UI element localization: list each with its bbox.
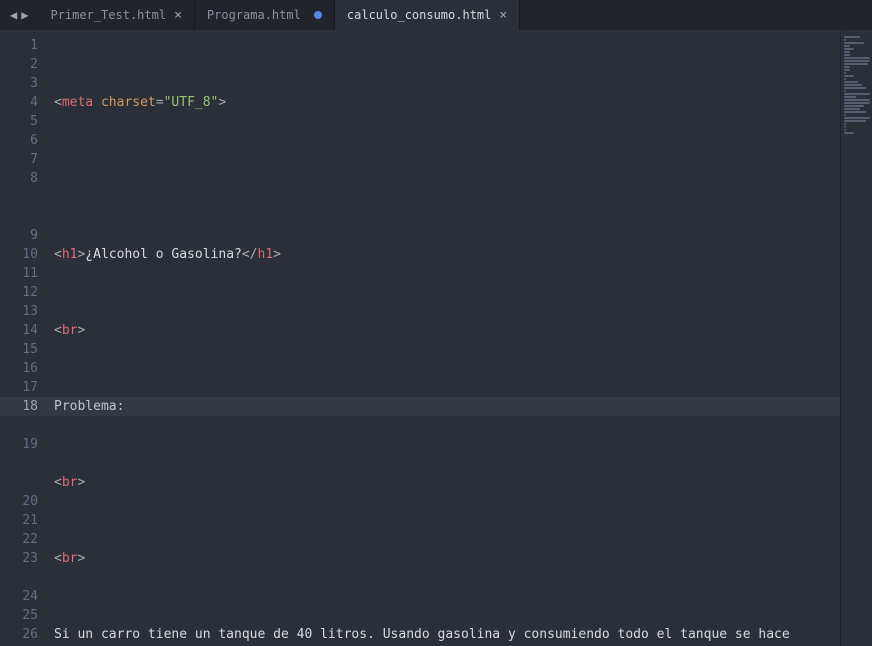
line-number: 5 — [0, 112, 46, 131]
line-number: 10 — [0, 245, 46, 264]
minimap-line — [844, 129, 846, 131]
line-number — [0, 454, 46, 473]
line-number: 1 — [0, 36, 46, 55]
line-number: 17 — [0, 378, 46, 397]
tab-label: Programa.html — [207, 8, 306, 22]
minimap-line — [844, 81, 858, 83]
minimap-line — [844, 60, 870, 62]
minimap-line — [844, 72, 846, 74]
minimap-line — [844, 90, 846, 92]
minimap-line — [844, 111, 866, 113]
minimap-line — [844, 114, 846, 116]
line-number: 2 — [0, 55, 46, 74]
line-number: 11 — [0, 264, 46, 283]
line-number: 13 — [0, 302, 46, 321]
editor: 1234567891011121314151617181920212223242… — [0, 30, 872, 646]
minimap-line — [844, 75, 854, 77]
tab-primer-test[interactable]: Primer_Test.html × — [38, 0, 194, 30]
close-icon[interactable]: × — [499, 8, 507, 23]
minimap-line — [844, 87, 866, 89]
tag: meta — [62, 95, 93, 110]
tab-nav: ◀ ▶ — [0, 0, 38, 30]
heading-text: ¿Alcohol o Gasolina? — [85, 247, 242, 262]
tab-calculo-consumo[interactable]: calculo_consumo.html × — [335, 0, 520, 30]
tab-bar: ◀ ▶ Primer_Test.html × Programa.html cal… — [0, 0, 872, 30]
line-number: 14 — [0, 321, 46, 340]
line-number: 21 — [0, 511, 46, 530]
minimap-line — [844, 42, 864, 44]
line-gutter: 1234567891011121314151617181920212223242… — [0, 30, 46, 646]
minimap-line — [844, 105, 864, 107]
line-number — [0, 207, 46, 226]
attr: charset — [101, 95, 156, 110]
line-number: 22 — [0, 530, 46, 549]
line-number: 20 — [0, 492, 46, 511]
line-number: 19 — [0, 435, 46, 454]
dirty-indicator-icon — [314, 11, 322, 19]
line-number: 18 — [0, 397, 46, 416]
line-number: 24 — [0, 587, 46, 606]
minimap-line — [844, 66, 850, 68]
tab-next-icon[interactable]: ▶ — [19, 8, 30, 22]
minimap-line — [844, 102, 870, 104]
minimap-line — [844, 93, 870, 95]
line-number: 15 — [0, 340, 46, 359]
minimap-line — [844, 123, 846, 125]
minimap-line — [844, 126, 846, 128]
line-number — [0, 416, 46, 435]
tab-prev-icon[interactable]: ◀ — [8, 8, 19, 22]
minimap-line — [844, 117, 870, 119]
line-number: 23 — [0, 549, 46, 568]
line-number: 3 — [0, 74, 46, 93]
minimap[interactable] — [840, 30, 872, 646]
minimap-line — [844, 57, 870, 59]
line-number — [0, 188, 46, 207]
line-number: 26 — [0, 625, 46, 644]
line-number: 8 — [0, 169, 46, 188]
minimap-line — [844, 69, 850, 71]
punct: < — [54, 95, 62, 110]
line-number: 4 — [0, 93, 46, 112]
line-number: 9 — [0, 226, 46, 245]
minimap-line — [844, 120, 866, 122]
minimap-line — [844, 132, 854, 134]
code-area[interactable]: <meta charset="UTF_8"> <h1>¿Alcohol o Ga… — [46, 30, 840, 646]
minimap-line — [844, 51, 850, 53]
minimap-line — [844, 84, 862, 86]
minimap-line — [844, 36, 860, 38]
minimap-line — [844, 63, 868, 65]
minimap-line — [844, 54, 850, 56]
tab-label: calculo_consumo.html — [347, 8, 492, 22]
minimap-line — [844, 108, 860, 110]
minimap-line — [844, 45, 850, 47]
minimap-line — [844, 99, 870, 101]
minimap-line — [844, 78, 846, 80]
text: Si un carro tiene un tanque de 40 litros… — [54, 627, 798, 642]
line-number — [0, 473, 46, 492]
minimap-line — [844, 96, 856, 98]
minimap-line — [844, 39, 846, 41]
close-icon[interactable]: × — [174, 8, 182, 23]
tab-programa[interactable]: Programa.html — [195, 0, 335, 30]
tab-label: Primer_Test.html — [50, 8, 166, 22]
line-number: 16 — [0, 359, 46, 378]
line-number: 25 — [0, 606, 46, 625]
line-number: 12 — [0, 283, 46, 302]
minimap-line — [844, 48, 854, 50]
line-number: 6 — [0, 131, 46, 150]
line-number — [0, 568, 46, 587]
string: "UTF_8" — [164, 95, 219, 110]
line-number: 7 — [0, 150, 46, 169]
text: Problema: — [54, 399, 124, 414]
